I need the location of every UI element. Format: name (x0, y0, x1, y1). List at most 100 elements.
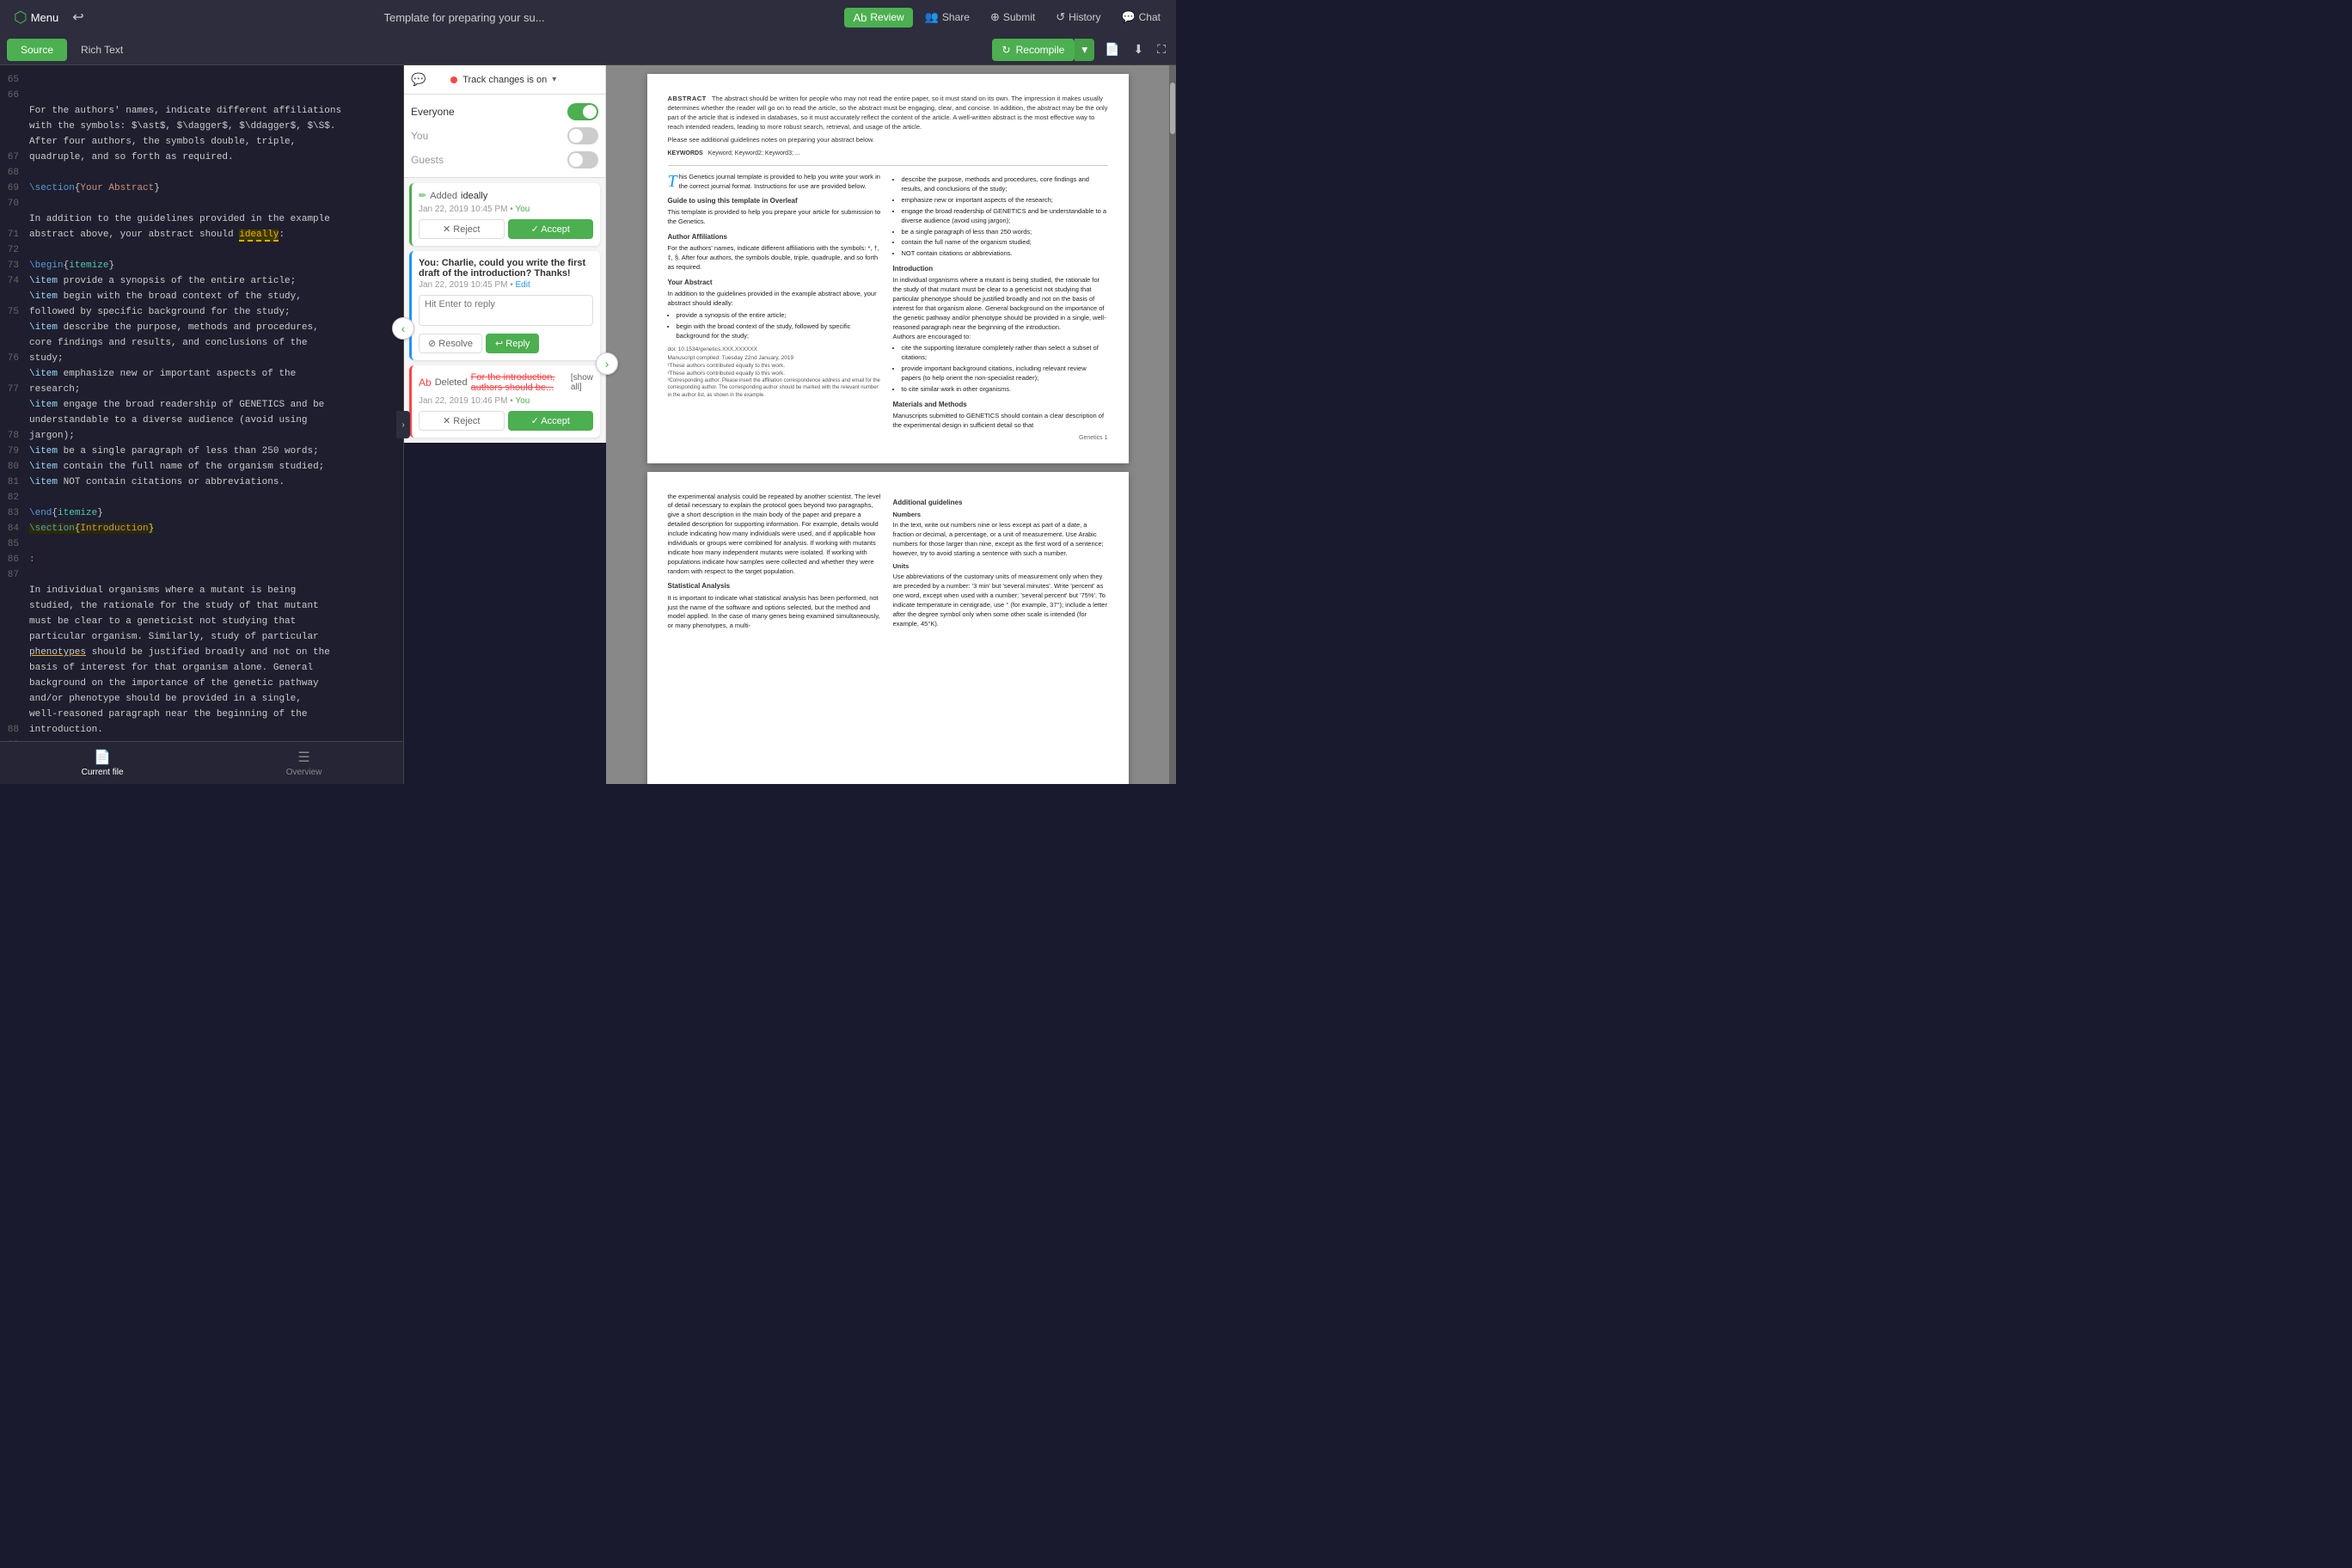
editor-content-area[interactable]: 65 66 67 68 69 70 71 72 73 74 75 76 (0, 65, 403, 741)
toggle-knob (583, 105, 597, 119)
track-indicator: Track changes is on ▾ (450, 75, 556, 85)
abstract-section: ABSTRACT The abstract should be written … (668, 95, 1108, 144)
share-button[interactable]: 👥 Share (916, 7, 978, 28)
editor-toolbar: Source Rich Text ↻ Recompile ▾ 📄 ⬇ ⛶ (0, 34, 1176, 65)
change-meta: Jan 22, 2019 10:45 PM • You (419, 205, 593, 214)
units-body: Use abbreviations of the customary units… (893, 573, 1108, 628)
stat-body: It is important to indicate what statist… (668, 594, 883, 632)
keywords-section: KEYWORDS Keyword; Keyword2; Keyword3; ..… (668, 150, 1108, 158)
accept-button-1[interactable]: ✓ Accept (508, 219, 594, 239)
abstract-body: The abstract should be written for peopl… (668, 95, 1108, 131)
accept-button-2[interactable]: ✓ Accept (508, 411, 594, 431)
page-number-1: Genetics 1 (668, 434, 1108, 443)
list-item: NOT contain citations or abbreviations. (902, 249, 1108, 259)
preview-panel: ABSTRACT The abstract should be written … (606, 65, 1176, 784)
abstract-note: Please see additional guidelines notes o… (668, 136, 1108, 145)
toolbar-right: ↻ Recompile ▾ 📄 ⬇ ⛶ (992, 39, 1169, 61)
preview-scrollbar[interactable] (1169, 65, 1176, 784)
reject-button-2[interactable]: ✕ Reject (419, 411, 505, 431)
review-icon: Ab (853, 11, 867, 24)
reply-input[interactable] (419, 295, 593, 326)
tab-richtext[interactable]: Rich Text (67, 39, 137, 61)
preview-page-1: ABSTRACT The abstract should be written … (647, 74, 1129, 463)
change-header-2: Ab Deleted For the introduction, authors… (419, 372, 593, 393)
change-buttons-2: ✕ Reject ✓ Accept (419, 411, 593, 431)
list-item: cite the supporting literature completel… (902, 344, 1108, 363)
menu-button[interactable]: ⬡ Menu (7, 5, 65, 30)
reject-button-1[interactable]: ✕ Reject (419, 219, 505, 239)
recompile-dropdown-button[interactable]: ▾ (1075, 39, 1094, 61)
line-numbers: 65 66 67 68 69 70 71 72 73 74 75 76 (0, 65, 26, 741)
middle-nav-left-arrow[interactable]: ‹ (392, 317, 414, 340)
preview-content[interactable]: ABSTRACT The abstract should be written … (606, 65, 1169, 784)
preview-scroll-area: ABSTRACT The abstract should be written … (606, 65, 1176, 784)
tab-current-file[interactable]: 📄 Current file (64, 745, 141, 781)
guests-toggle[interactable] (567, 151, 598, 168)
reply-button[interactable]: ↩ Reply (486, 334, 539, 353)
resolve-button[interactable]: ⊘ Resolve (419, 334, 482, 353)
overview-icon: ☰ (297, 749, 309, 766)
middle-scroll[interactable]: ✏ Added ideally Jan 22, 2019 10:45 PM • … (404, 178, 605, 443)
right-list-intro: describe the purpose, methods and proced… (893, 175, 1108, 259)
list-item: begin with the broad context of the stud… (677, 322, 883, 341)
editor-bottom-tabs: 📄 Current file ☰ Overview (0, 741, 403, 784)
undo-icon[interactable]: ↩ (72, 9, 83, 26)
dropcap: T (668, 173, 677, 190)
recompile-button[interactable]: ↻ Recompile (992, 39, 1075, 61)
toggle-knob-you (569, 129, 583, 143)
tab-overview[interactable]: ☰ Overview (269, 745, 340, 781)
preview-col-2-right: Additional guidelines Numbers In the tex… (893, 493, 1108, 632)
numbers-body: In the text, write out numbers nine or l… (893, 521, 1108, 559)
code-editor[interactable]: For the authors' names, indicate differe… (26, 65, 403, 741)
chat-button[interactable]: 💬 Chat (1112, 7, 1169, 28)
preview-divider (668, 165, 1108, 166)
track-chevron: ▾ (552, 75, 556, 84)
editor-expand-right[interactable]: › (396, 411, 410, 438)
guests-label: Guests (411, 154, 444, 166)
abstract-title: ABSTRACT (668, 95, 707, 102)
list-item: to cite similar work in other organisms. (902, 385, 1108, 395)
units-title: Units (893, 562, 1108, 572)
materials-body: Manuscripts submitted to GENETICS should… (893, 412, 1108, 431)
list-item: be a single paragraph of less than 250 w… (902, 228, 1108, 237)
abstract-section-body: In addition to the guidelines provided i… (668, 290, 883, 340)
materials-title: Materials and Methods (893, 400, 1108, 409)
overleaf-icon: ⬡ (14, 9, 28, 27)
topbar: ⬡ Menu ↩ Template for preparing your su.… (0, 0, 1176, 34)
page2-body: the experimental analysis could be repea… (668, 493, 883, 577)
intro-body: In individual organisms where a mutant i… (893, 276, 1108, 332)
change-action-2: Deleted (435, 377, 468, 388)
toggle-knob-guests (569, 153, 583, 167)
you-toggle[interactable] (567, 127, 598, 144)
middle-panel-wrapper: 💬 Track changes is on ▾ Everyone (404, 65, 606, 784)
intro-list: cite the supporting literature completel… (893, 344, 1108, 394)
submit-button[interactable]: ⊕ Submit (982, 7, 1044, 28)
list-item: contain the full name of the organism st… (902, 238, 1108, 248)
right-list: describe the purpose, methods and proced… (893, 175, 1108, 259)
expand-icon-button[interactable]: ⛶ (1154, 39, 1169, 60)
change-text: ideally (461, 191, 487, 201)
change-header: ✏ Added ideally (419, 190, 593, 201)
history-button[interactable]: ↺ History (1047, 7, 1109, 28)
download-icon-button[interactable]: ⬇ (1130, 39, 1147, 60)
tab-source[interactable]: Source (7, 39, 67, 61)
guide-title: Guide to using this template in Overleaf (668, 196, 883, 205)
comment-meta: Jan 22, 2019 10:45 PM • Edit (419, 280, 593, 290)
chat-icon-small: 💬 (411, 72, 426, 87)
toggle-guests-row: Guests (411, 148, 598, 172)
list-item: provide important background citations, … (902, 364, 1108, 383)
everyone-toggle[interactable] (567, 103, 598, 120)
change-text-deleted: For the introduction, authors should be.… (471, 372, 567, 393)
file-icon-button[interactable]: 📄 (1101, 39, 1123, 60)
review-button[interactable]: Ab Review (844, 8, 912, 28)
preview-two-col: T his Genetics journal template is provi… (668, 173, 1108, 431)
file-icon: 📄 (94, 749, 111, 766)
footnotes: doi: 10.1534/genetics.XXX.XXXXXX Manuscr… (668, 346, 883, 399)
list-item: describe the purpose, methods and proced… (902, 175, 1108, 194)
list-item: emphasize new or important aspects of th… (902, 196, 1108, 205)
show-all-link[interactable]: [show all] (571, 373, 593, 392)
additional-title: Additional guidelines (893, 498, 1108, 507)
preview-page-2: the experimental analysis could be repea… (647, 472, 1129, 784)
chat-icon: 💬 (1121, 10, 1135, 24)
comment-author: You: Charlie, could you write the first … (419, 258, 593, 279)
